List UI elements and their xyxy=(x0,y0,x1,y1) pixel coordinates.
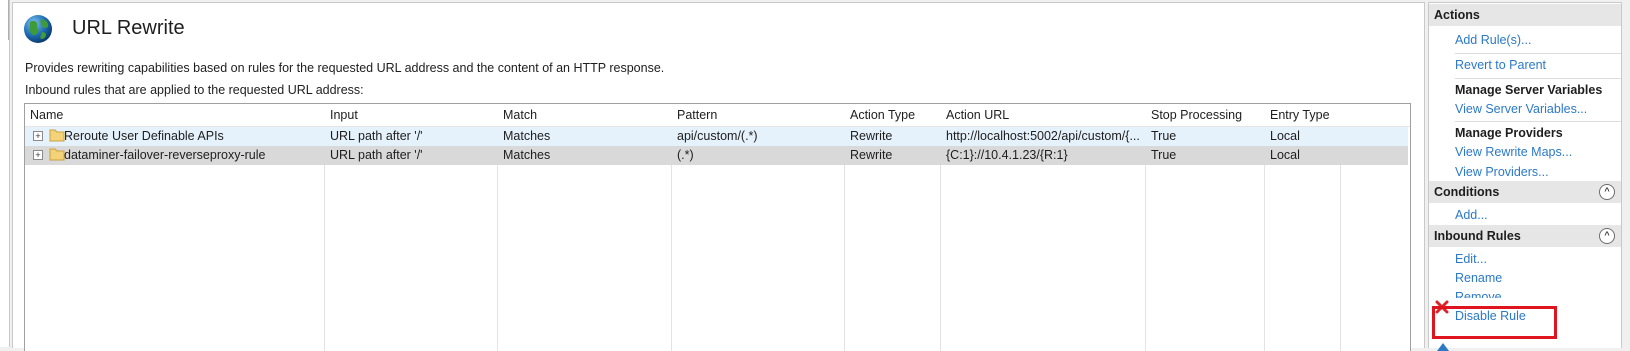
actions-header: Actions xyxy=(1429,4,1621,26)
view-rewrite-maps-link[interactable]: View Rewrite Maps... xyxy=(1455,145,1572,159)
cell-entry-type: Local xyxy=(1270,129,1300,143)
manage-providers-heading: Manage Providers xyxy=(1455,126,1563,140)
column-header-action-url[interactable]: Action URL xyxy=(946,108,1009,122)
page-description: Provides rewriting capabilities based on… xyxy=(25,61,665,75)
divider xyxy=(1455,53,1621,54)
grid-header: Name Input Match Pattern Action Type Act… xyxy=(25,104,1410,127)
cell-name: dataminer-failover-reverseproxy-rule xyxy=(64,148,266,162)
rename-rule-link[interactable]: Rename xyxy=(1455,271,1502,285)
cell-stop-processing: True xyxy=(1151,148,1177,162)
collapse-icon[interactable]: ^ xyxy=(1599,184,1615,200)
manage-server-variables-heading: Manage Server Variables xyxy=(1455,83,1603,97)
cell-pattern: api/custom/(.*) xyxy=(677,129,758,143)
table-row[interactable]: + dataminer-failover-reverseproxy-rule U… xyxy=(25,146,1408,165)
cell-action-type: Rewrite xyxy=(850,148,893,162)
conditions-section-header[interactable]: Conditions ^ xyxy=(1429,181,1621,203)
add-rules-link[interactable]: Add Rule(s)... xyxy=(1455,33,1531,47)
expand-icon[interactable]: + xyxy=(33,150,43,160)
cell-entry-type: Local xyxy=(1270,148,1300,162)
cell-match: Matches xyxy=(503,129,551,143)
cell-action-url: http://localhost:5002/api/custom/{... xyxy=(946,129,1140,143)
inbound-rules-label: Inbound Rules xyxy=(1434,229,1521,243)
view-server-variables-link[interactable]: View Server Variables... xyxy=(1455,102,1587,116)
cell-pattern: (.*) xyxy=(677,148,694,162)
column-header-input[interactable]: Input xyxy=(330,108,358,122)
cell-input: URL path after '/' xyxy=(330,148,423,162)
globe-icon xyxy=(24,15,52,43)
expand-icon[interactable]: + xyxy=(33,131,43,141)
collapse-icon[interactable]: ^ xyxy=(1599,228,1615,244)
table-row[interactable]: + Reroute User Definable APIs URL path a… xyxy=(25,127,1408,146)
view-providers-link[interactable]: View Providers... xyxy=(1455,165,1549,179)
cell-match: Matches xyxy=(503,148,551,162)
column-header-action-type[interactable]: Action Type xyxy=(850,108,915,122)
divider xyxy=(1455,78,1621,79)
remove-rule-link[interactable]: Remove xyxy=(1455,290,1502,298)
divider xyxy=(1455,121,1621,122)
edit-rule-link[interactable]: Edit... xyxy=(1455,252,1487,266)
column-header-entry-type[interactable]: Entry Type xyxy=(1270,108,1330,122)
folder-icon xyxy=(49,129,65,142)
move-up-icon xyxy=(1437,343,1449,351)
cell-action-url: {C:1}://10.4.1.23/{R:1} xyxy=(946,148,1068,162)
inbound-rules-caption: Inbound rules that are applied to the re… xyxy=(25,83,364,97)
cell-action-type: Rewrite xyxy=(850,129,893,143)
revert-to-parent-link[interactable]: Revert to Parent xyxy=(1455,58,1546,72)
inbound-rules-grid: Name Input Match Pattern Action Type Act… xyxy=(24,103,1411,351)
cell-name: Reroute User Definable APIs xyxy=(64,129,224,143)
cell-stop-processing: True xyxy=(1151,129,1177,143)
folder-icon xyxy=(49,148,65,161)
left-edge-mark xyxy=(0,0,9,40)
disable-rule-highlight xyxy=(1432,306,1557,339)
url-rewrite-panel: URL Rewrite Provides rewriting capabilit… xyxy=(12,2,1425,351)
column-header-pattern[interactable]: Pattern xyxy=(677,108,717,122)
actions-header-label: Actions xyxy=(1434,8,1480,22)
column-header-stop-processing[interactable]: Stop Processing xyxy=(1151,108,1242,122)
left-scroll-edge xyxy=(0,0,10,347)
actions-pane: Actions Add Rule(s)... Revert to Parent … xyxy=(1428,2,1622,351)
cell-input: URL path after '/' xyxy=(330,129,423,143)
column-header-name[interactable]: Name xyxy=(30,108,63,122)
column-header-match[interactable]: Match xyxy=(503,108,537,122)
conditions-label: Conditions xyxy=(1434,185,1500,199)
inbound-rules-section-header[interactable]: Inbound Rules ^ xyxy=(1429,225,1621,247)
page-title: URL Rewrite xyxy=(72,17,185,39)
add-condition-link[interactable]: Add... xyxy=(1455,208,1488,222)
